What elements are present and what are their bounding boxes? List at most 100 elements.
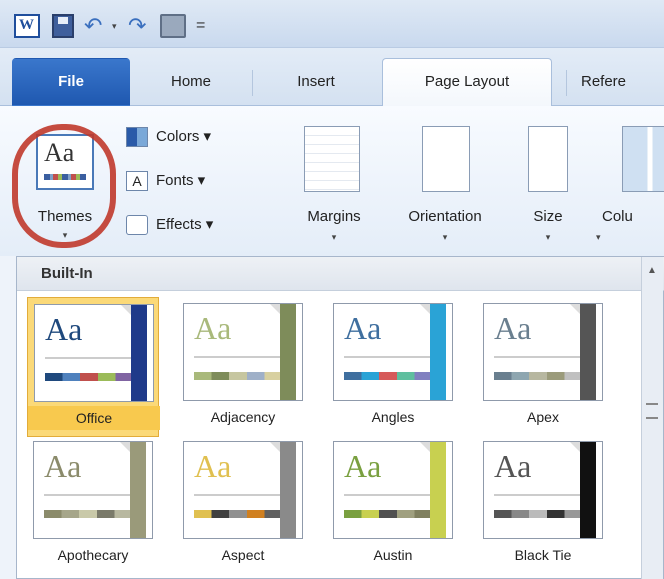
theme-item[interactable]: Aa Apex	[477, 297, 609, 437]
theme-item[interactable]: Aa Black Tie	[477, 435, 609, 575]
redo-icon[interactable]: ↷	[128, 14, 150, 38]
orientation-icon	[422, 126, 470, 192]
gallery-scrollbar[interactable]: ▲	[641, 257, 663, 579]
theme-name: Apex	[527, 409, 559, 425]
tab-references[interactable]: Refere	[580, 58, 664, 106]
word-app-icon[interactable]: W	[14, 14, 40, 38]
theme-palette	[194, 510, 282, 518]
theme-sample-text: Aa	[194, 310, 232, 346]
theme-rule	[194, 356, 280, 358]
theme-accent-strip	[280, 304, 296, 400]
themes-gallery: Built-In Aa Office Aa Adjacency Aa Angles Aa Ap…	[16, 256, 664, 579]
theme-thumbnail: Aa	[483, 441, 603, 539]
size-icon	[528, 126, 568, 192]
theme-item[interactable]: Aa Adjacency	[177, 297, 309, 437]
tab-divider	[252, 70, 253, 96]
theme-name: Aspect	[221, 547, 265, 563]
theme-palette	[45, 373, 133, 381]
theme-name: Office	[28, 406, 160, 430]
theme-palette	[494, 372, 582, 380]
theme-accent-strip	[580, 304, 596, 400]
save-icon[interactable]	[52, 14, 74, 38]
highlight-circle	[12, 124, 116, 248]
tab-divider	[566, 70, 567, 96]
fonts-button[interactable]: A Fonts ▾	[126, 166, 266, 196]
ribbon-tabs: File Home Insert Page Layout Refere	[0, 48, 664, 107]
page-fold-icon	[270, 304, 280, 314]
effects-label: Effects ▾	[156, 216, 214, 233]
word-letter: W	[19, 17, 34, 33]
theme-rule	[344, 494, 430, 496]
chevron-down-icon: ▾	[331, 232, 337, 242]
theme-sample-text: Aa	[45, 311, 83, 347]
scroll-thumb[interactable]	[646, 403, 658, 419]
size-button[interactable]: Size ▾	[510, 120, 586, 248]
theme-accent-strip	[130, 442, 146, 538]
theme-rule	[344, 356, 430, 358]
theme-item[interactable]: Aa Office	[27, 297, 160, 437]
colors-icon	[126, 127, 148, 147]
theme-thumbnail: Aa	[483, 303, 603, 401]
fonts-label: Fonts ▾	[156, 172, 206, 189]
ribbon-page-layout: Aa Themes ▾ Colors ▾ A Fonts ▾ Effects ▾…	[0, 106, 664, 256]
tab-page-layout[interactable]: Page Layout	[382, 58, 552, 107]
fonts-icon: A	[126, 171, 148, 191]
theme-item[interactable]: Aa Apothecary	[27, 435, 159, 575]
effects-button[interactable]: Effects ▾	[126, 210, 266, 240]
theme-thumbnail: Aa	[33, 441, 153, 539]
theme-rule	[194, 494, 280, 496]
theme-accent-strip	[430, 442, 446, 538]
theme-palette	[344, 510, 432, 518]
columns-icon	[622, 126, 664, 192]
theme-palette	[194, 372, 282, 380]
theme-accent-strip	[430, 304, 446, 400]
theme-accent-strip	[280, 442, 296, 538]
print-preview-icon[interactable]	[160, 14, 186, 38]
theme-thumbnail: Aa	[333, 303, 453, 401]
orientation-label: Orientation	[408, 208, 482, 225]
theme-accent-strip	[131, 305, 147, 401]
margins-icon	[304, 126, 360, 192]
orientation-button[interactable]: Orientation ▾	[386, 120, 504, 248]
columns-label: Colu	[602, 208, 633, 225]
colors-button[interactable]: Colors ▾	[126, 122, 266, 152]
effects-icon	[126, 215, 148, 235]
theme-rule	[44, 494, 130, 496]
tab-home[interactable]: Home	[136, 58, 246, 106]
gallery-section-header: Built-In	[17, 257, 664, 291]
theme-palette	[44, 510, 132, 518]
theme-name: Angles	[371, 409, 415, 425]
page-fold-icon	[121, 305, 131, 315]
theme-palette	[494, 510, 582, 518]
theme-item[interactable]: Aa Aspect	[177, 435, 309, 575]
theme-name: Austin	[373, 547, 413, 563]
page-fold-icon	[570, 442, 580, 452]
columns-button[interactable]: Colu ▾	[596, 120, 664, 248]
scroll-up-icon[interactable]: ▲	[647, 265, 657, 276]
page-fold-icon	[270, 442, 280, 452]
theme-rule	[494, 494, 580, 496]
theme-palette	[344, 372, 432, 380]
theme-sample-text: Aa	[194, 448, 232, 484]
theme-sample-text: Aa	[344, 310, 382, 346]
margins-label: Margins	[307, 208, 361, 225]
theme-item[interactable]: Aa Angles	[327, 297, 459, 437]
theme-rule	[494, 356, 580, 358]
page-fold-icon	[420, 304, 430, 314]
theme-rule	[45, 357, 131, 359]
word-window: W ↶ ▾ ↷ = File Home Insert Page Layout R…	[0, 0, 664, 579]
customize-toolbar-icon[interactable]: =	[196, 14, 210, 38]
theme-sample-text: Aa	[494, 448, 532, 484]
page-fold-icon	[120, 442, 130, 452]
undo-icon[interactable]: ↶	[84, 14, 110, 38]
theme-item[interactable]: Aa Austin	[327, 435, 459, 575]
margins-button[interactable]: Margins ▾	[282, 120, 386, 248]
chevron-down-icon: ▾	[545, 232, 551, 242]
tab-file[interactable]: File	[12, 58, 130, 106]
tab-insert[interactable]: Insert	[256, 58, 376, 106]
colors-label: Colors ▾	[156, 128, 212, 145]
theme-name: Black Tie	[514, 547, 572, 563]
theme-name: Adjacency	[210, 409, 276, 425]
undo-dropdown-icon[interactable]: ▾	[112, 14, 122, 38]
theme-accent-strip	[580, 442, 596, 538]
